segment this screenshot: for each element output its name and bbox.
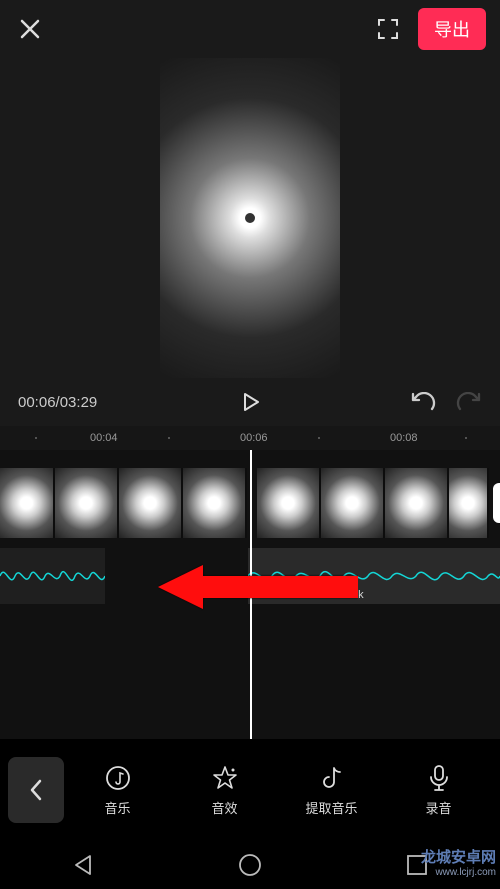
redo-button[interactable] xyxy=(456,392,482,412)
timeline-ruler[interactable]: 00:04 00:06 00:08 xyxy=(0,426,500,450)
microphone-icon xyxy=(428,764,450,792)
video-thumbnail[interactable] xyxy=(321,468,385,538)
star-icon xyxy=(212,765,238,791)
add-clip-button[interactable] xyxy=(493,483,500,523)
video-thumbnail[interactable] xyxy=(55,468,119,538)
video-frame xyxy=(160,58,340,378)
fullscreen-button[interactable] xyxy=(372,13,404,45)
redo-icon xyxy=(456,392,482,412)
transport-bar: 00:06/03:29 xyxy=(0,378,500,426)
video-preview[interactable] xyxy=(0,58,500,378)
playhead[interactable] xyxy=(250,450,252,739)
audio-clip-label: Welcome To New York xyxy=(254,589,364,601)
circle-home-icon xyxy=(237,852,263,878)
sfx-tool[interactable]: 音效 xyxy=(171,764,278,817)
record-tool[interactable]: 录音 xyxy=(385,764,492,817)
music-note-icon xyxy=(105,765,131,791)
total-time: 03:29 xyxy=(60,394,98,411)
nav-back-button[interactable] xyxy=(70,852,96,878)
chevron-left-icon xyxy=(28,778,44,802)
bottom-toolbar: 音乐 音效 提取音乐 录音 xyxy=(0,739,500,841)
ruler-label: 00:04 xyxy=(90,432,118,444)
nav-home-button[interactable] xyxy=(237,852,263,878)
back-button[interactable] xyxy=(8,757,64,823)
close-button[interactable] xyxy=(14,13,46,45)
ruler-label: 00:08 xyxy=(390,432,418,444)
triangle-back-icon xyxy=(70,852,96,878)
video-thumbnail[interactable] xyxy=(0,468,55,538)
music-tool[interactable]: 音乐 xyxy=(64,764,171,817)
waveform xyxy=(0,561,105,591)
tiktok-icon xyxy=(321,765,343,791)
undo-icon xyxy=(410,392,436,412)
ruler-label: 00:06 xyxy=(240,432,268,444)
audio-clip-1[interactable] xyxy=(0,548,105,604)
waveform xyxy=(248,561,500,591)
video-thumbnail[interactable] xyxy=(385,468,449,538)
timecode: 00:06/03:29 xyxy=(18,394,97,411)
app-root: 导出 00:06/03:29 00:04 00:06 00:08 xyxy=(0,0,500,889)
top-bar: 导出 xyxy=(0,0,500,58)
video-thumbnail[interactable] xyxy=(257,468,321,538)
audio-clip-2[interactable]: Welcome To New York xyxy=(248,548,500,604)
tool-label: 音乐 xyxy=(104,798,130,817)
play-button[interactable] xyxy=(238,390,262,414)
timeline-area[interactable]: Welcome To New York xyxy=(0,450,500,739)
video-thumbnail[interactable] xyxy=(119,468,183,538)
play-icon xyxy=(238,390,262,414)
video-thumbnail[interactable] xyxy=(183,468,247,538)
undo-button[interactable] xyxy=(410,392,436,412)
current-time: 00:06 xyxy=(18,394,56,411)
watermark: 龙城安卓网 www.lcjrj.com xyxy=(421,849,500,879)
topbar-right: 导出 xyxy=(372,8,486,50)
video-thumbnail[interactable] xyxy=(449,468,489,538)
undo-redo-group xyxy=(410,392,482,412)
tool-label: 音效 xyxy=(211,798,237,817)
extract-music-tool[interactable]: 提取音乐 xyxy=(278,764,385,817)
tool-label: 提取音乐 xyxy=(305,798,357,817)
tool-label: 录音 xyxy=(425,798,451,817)
export-button[interactable]: 导出 xyxy=(418,8,486,50)
close-icon xyxy=(18,17,42,41)
fullscreen-icon xyxy=(377,18,399,40)
